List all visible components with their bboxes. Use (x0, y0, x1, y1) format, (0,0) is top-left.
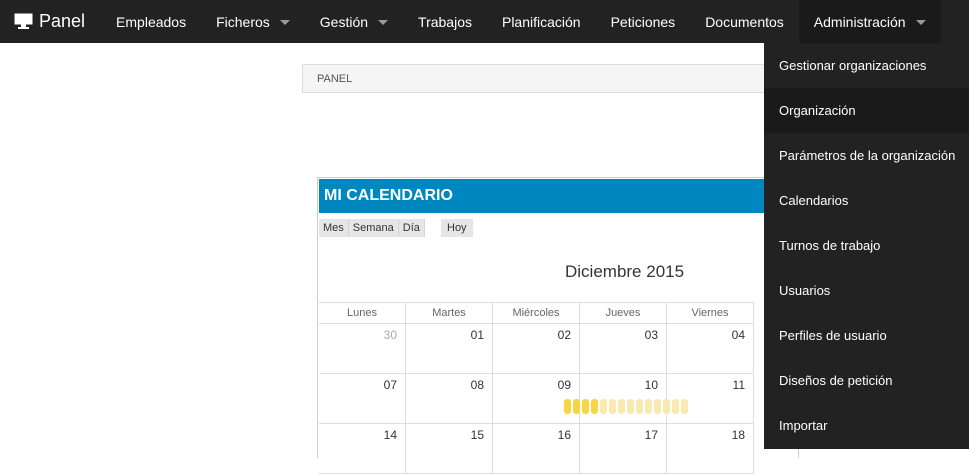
nav-item-ficheros[interactable]: Ficheros (201, 0, 305, 43)
nav-item-label: Administración (813, 13, 906, 30)
weekday-header: Miércoles (493, 303, 580, 323)
event-bar[interactable] (600, 399, 607, 414)
brand-label: Panel (39, 11, 86, 31)
event-bar[interactable] (591, 399, 598, 414)
event-bar[interactable] (582, 399, 589, 414)
nav-item-label: Documentos (705, 13, 784, 30)
weekday-header: Jueves (580, 303, 667, 323)
nav-item-label: Trabajos (418, 13, 472, 30)
nav-item-empleados[interactable]: Empleados (101, 0, 201, 43)
menu-item-gestionar-organizaciones[interactable]: Gestionar organizaciones (764, 43, 969, 88)
calendar-grid: Lunes Martes Miércoles Jueves Viernes 30 01 02… (319, 302, 754, 474)
administracion-dropdown-menu: Gestionar organizaciones Organización Pará… (764, 43, 969, 449)
day-cell[interactable]: 01 (406, 324, 493, 373)
event-bar[interactable] (672, 399, 679, 414)
nav-item-label: Peticiones (610, 13, 676, 30)
today-button[interactable]: Hoy (441, 219, 473, 237)
menu-item-usuarios[interactable]: Usuarios (764, 268, 969, 313)
monitor-icon (14, 13, 33, 29)
event-bar[interactable] (645, 399, 652, 414)
menu-item-turnos-de-trabajo[interactable]: Turnos de trabajo (764, 223, 969, 268)
calendar-panel: MI CALENDARIO Mes Semana Día Hoy Diciembre… (317, 177, 799, 474)
event-bar[interactable] (636, 399, 643, 414)
event-bar[interactable] (609, 399, 616, 414)
nav-item-label: Ficheros (216, 13, 270, 30)
view-button-mes[interactable]: Mes (319, 219, 349, 237)
menu-item-calendarios[interactable]: Calendarios (764, 178, 969, 223)
day-cell[interactable]: 30 (319, 324, 406, 373)
top-navbar: Panel Empleados Ficheros Gestión Trabajos Pl… (0, 0, 969, 43)
event-bar[interactable] (627, 399, 634, 414)
weekday-header: Lunes (319, 303, 406, 323)
nav-item-administracion[interactable]: Administración (798, 0, 941, 43)
nav-item-label: Empleados (116, 13, 187, 30)
view-buttons: Mes Semana Día (319, 219, 425, 237)
event-bar[interactable] (618, 399, 625, 414)
day-cell[interactable]: 02 (493, 324, 580, 373)
view-button-semana[interactable]: Semana (348, 219, 399, 237)
calendar-header: MI CALENDARIO (319, 179, 798, 213)
nav-item-planificacion[interactable]: Planificación (487, 0, 596, 43)
caret-down-icon (378, 19, 389, 25)
event-bar[interactable] (681, 399, 688, 414)
view-button-dia[interactable]: Día (398, 219, 425, 237)
weekday-header: Viernes (667, 303, 754, 323)
nav-item-label: Planificación (501, 13, 581, 30)
menu-item-importar[interactable]: Importar (764, 403, 969, 448)
nav-item-trabajos[interactable]: Trabajos (403, 0, 487, 43)
menu-item-parametros-de-la-organizacion[interactable]: Parámetros de la organización (764, 133, 969, 178)
day-cell[interactable]: 07 (319, 374, 406, 423)
caret-down-icon (279, 19, 290, 25)
event-bar[interactable] (663, 399, 670, 414)
menu-item-disenos-de-peticion[interactable]: Diseños de petición (764, 358, 969, 403)
event-bars (564, 399, 690, 414)
week-row: 30 01 02 03 04 (319, 324, 754, 374)
menu-item-perfiles-de-usuario[interactable]: Perfiles de usuario (764, 313, 969, 358)
weekday-header: Martes (406, 303, 493, 323)
calendar-title: Diciembre 2015 (565, 262, 685, 281)
breadcrumb: PANEL (302, 64, 802, 93)
week-row: 14 15 16 17 18 (319, 424, 754, 474)
caret-down-icon (915, 19, 926, 25)
day-cell[interactable]: 03 (580, 324, 667, 373)
event-bar[interactable] (654, 399, 661, 414)
event-bar[interactable] (564, 399, 571, 414)
nav-item-peticiones[interactable]: Peticiones (596, 0, 691, 43)
breadcrumb-item: PANEL (317, 73, 353, 85)
day-cell[interactable]: 08 (406, 374, 493, 423)
weekday-header-row: Lunes Martes Miércoles Jueves Viernes (319, 302, 754, 324)
nav-item-documentos[interactable]: Documentos (690, 0, 799, 43)
nav-item-label: Gestión (319, 13, 369, 30)
day-cell[interactable]: 04 (667, 324, 754, 373)
nav-item-gestion[interactable]: Gestión (305, 0, 403, 43)
menu-item-organizacion[interactable]: Organización (764, 88, 969, 133)
brand-link[interactable]: Panel (0, 0, 85, 43)
event-bar[interactable] (573, 399, 580, 414)
